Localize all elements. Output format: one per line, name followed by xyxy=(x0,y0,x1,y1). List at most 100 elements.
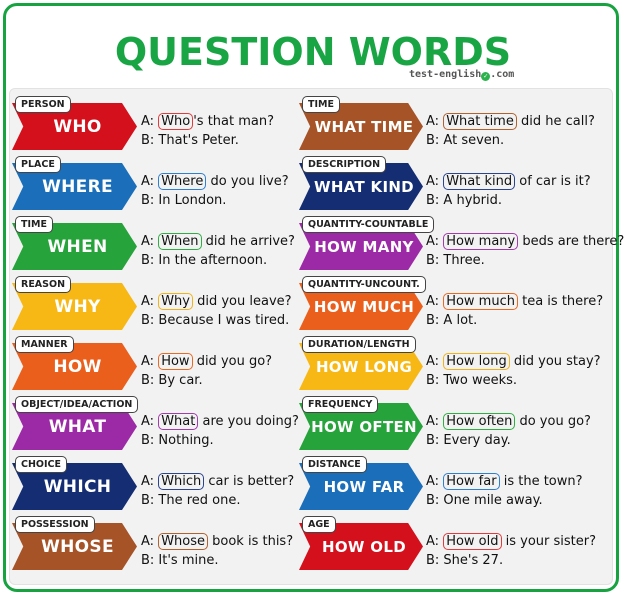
example-dialog: A: How often do you go? B: Every day. xyxy=(426,412,591,450)
example-dialog: A: How long did you stay? B: Two weeks. xyxy=(426,352,601,390)
example-dialog: A: How old is your sister? B: She's 27. xyxy=(426,532,596,570)
answer-line: B: Two weeks. xyxy=(426,373,517,388)
category-tag: OBJECT/IDEA/ACTION xyxy=(15,396,139,413)
category-tag: AGE xyxy=(302,516,336,533)
category-tag: QUANTITY-COUNTABLE xyxy=(302,216,435,233)
brand-name: test-english xyxy=(409,69,482,80)
category-tag: PLACE xyxy=(15,156,61,173)
highlighted-word: How far xyxy=(443,473,500,490)
question-line: A: When did he arrive? xyxy=(141,233,295,250)
question-word-row: MANNER HOW A: How did you go? B: By car. xyxy=(12,336,312,396)
example-dialog: A: Which car is better? B: The red one. xyxy=(141,472,294,510)
question-line: A: Which car is better? xyxy=(141,473,295,490)
category-tag: REASON xyxy=(15,276,72,293)
example-dialog: A: Who's that man? B: That's Peter. xyxy=(141,112,274,150)
answer-line: B: It's mine. xyxy=(141,553,219,568)
example-dialog: A: How many beds are there? B: Three. xyxy=(426,232,624,270)
highlighted-word: What xyxy=(158,413,199,430)
highlighted-word: How many xyxy=(443,233,519,250)
question-word-row: POSSESSION WHOSE A: Whose book is this? … xyxy=(12,516,312,576)
answer-line: B: In the afternoon. xyxy=(141,253,268,268)
question-line: A: What kind of car is it? xyxy=(426,173,591,190)
question-word-row: FREQUENCY HOW OFTEN A: How often do you … xyxy=(299,396,599,456)
example-dialog: A: Whose book is this? B: It's mine. xyxy=(141,532,293,570)
question-word-row: QUANTITY-UNCOUNT. HOW MUCH A: How much t… xyxy=(299,276,603,336)
highlighted-word: Who xyxy=(158,113,194,130)
highlighted-word: How long xyxy=(443,353,510,370)
category-tag: DISTANCE xyxy=(302,456,367,473)
example-dialog: A: What time did he call? B: At seven. xyxy=(426,112,595,150)
example-dialog: A: What kind of car is it? B: A hybrid. xyxy=(426,172,591,210)
category-tag: QUANTITY-UNCOUNT. xyxy=(302,276,426,293)
answer-line: B: One mile away. xyxy=(426,493,543,508)
category-tag: CHOICE xyxy=(15,456,67,473)
question-word-row: REASON WHY A: Why did you leave? B: Beca… xyxy=(12,276,312,336)
highlighted-word: When xyxy=(158,233,202,250)
brand-suffix: .com xyxy=(490,69,515,80)
question-word-row: TIME WHEN A: When did he arrive? B: In t… xyxy=(12,216,312,276)
question-word-row: AGE HOW OLD A: How old is your sister? B… xyxy=(299,516,599,576)
highlighted-word: Why xyxy=(158,293,193,310)
highlighted-word: How much xyxy=(443,293,518,310)
example-dialog: A: What are you doing? B: Nothing. xyxy=(141,412,299,450)
example-dialog: A: How much tea is there? B: A lot. xyxy=(426,292,603,330)
highlighted-word: What kind xyxy=(443,173,516,190)
question-line: A: What are you doing? xyxy=(141,413,299,430)
category-tag: TIME xyxy=(15,216,53,233)
example-dialog: A: How far is the town? B: One mile away… xyxy=(426,472,583,510)
question-line: A: Why did you leave? xyxy=(141,293,292,310)
question-line: A: How did you go? xyxy=(141,353,273,370)
highlighted-word: How xyxy=(158,353,193,370)
question-line: A: How long did you stay? xyxy=(426,353,601,370)
highlighted-word: Which xyxy=(158,473,205,490)
left-column: PERSON WHO A: Who's that man? B: That's … xyxy=(12,96,312,576)
answer-line: B: She's 27. xyxy=(426,553,504,568)
question-line: A: How much tea is there? xyxy=(426,293,604,310)
answer-line: B: Every day. xyxy=(426,433,511,448)
answer-line: B: That's Peter. xyxy=(141,133,239,148)
question-word-row: QUANTITY-COUNTABLE HOW MANY A: How many … xyxy=(299,216,624,276)
category-tag: POSSESSION xyxy=(15,516,95,533)
category-tag: DURATION/LENGTH xyxy=(302,336,416,353)
highlighted-word: What time xyxy=(443,113,517,130)
answer-line: B: Nothing. xyxy=(141,433,214,448)
answer-line: B: A hybrid. xyxy=(426,193,502,208)
category-tag: FREQUENCY xyxy=(302,396,379,413)
highlighted-word: How often xyxy=(443,413,516,430)
question-word-row: PERSON WHO A: Who's that man? B: That's … xyxy=(12,96,312,156)
question-word-row: DISTANCE HOW FAR A: How far is the town?… xyxy=(299,456,599,516)
question-word-row: CHOICE WHICH A: Which car is better? B: … xyxy=(12,456,312,516)
answer-line: B: A lot. xyxy=(426,313,478,328)
question-line: A: How many beds are there? xyxy=(426,233,625,250)
check-icon: ✓ xyxy=(481,72,491,81)
question-word-row: DURATION/LENGTH HOW LONG A: How long did… xyxy=(299,336,601,396)
right-column: TIME WHAT TIME A: What time did he call?… xyxy=(299,96,624,576)
category-tag: PERSON xyxy=(15,96,71,113)
example-dialog: A: Where do you live? B: In London. xyxy=(141,172,289,210)
question-line: A: How far is the town? xyxy=(426,473,583,490)
highlighted-word: Where xyxy=(158,173,207,190)
answer-line: B: At seven. xyxy=(426,133,505,148)
question-word-row: DESCRIPTION WHAT KIND A: What kind of ca… xyxy=(299,156,599,216)
answer-line: B: By car. xyxy=(141,373,203,388)
question-line: A: Who's that man? xyxy=(141,113,275,130)
brand-logo: test-english ✓ .com xyxy=(409,69,514,81)
answer-line: B: Because I was tired. xyxy=(141,313,290,328)
highlighted-word: How old xyxy=(443,533,502,550)
answer-line: B: Three. xyxy=(426,253,485,268)
question-line: A: How old is your sister? xyxy=(426,533,597,550)
question-line: A: Where do you live? xyxy=(141,173,289,190)
question-line: A: What time did he call? xyxy=(426,113,595,130)
category-tag: MANNER xyxy=(15,336,74,353)
category-tag: DESCRIPTION xyxy=(302,156,387,173)
question-word-row: OBJECT/IDEA/ACTION WHAT A: What are you … xyxy=(12,396,312,456)
example-dialog: A: How did you go? B: By car. xyxy=(141,352,272,390)
example-dialog: A: Why did you leave? B: Because I was t… xyxy=(141,292,292,330)
question-line: A: Whose book is this? xyxy=(141,533,294,550)
category-tag: TIME xyxy=(302,96,340,113)
answer-line: B: In London. xyxy=(141,193,227,208)
question-line: A: How often do you go? xyxy=(426,413,591,430)
question-word-row: TIME WHAT TIME A: What time did he call?… xyxy=(299,96,599,156)
example-dialog: A: When did he arrive? B: In the afterno… xyxy=(141,232,295,270)
answer-line: B: The red one. xyxy=(141,493,241,508)
